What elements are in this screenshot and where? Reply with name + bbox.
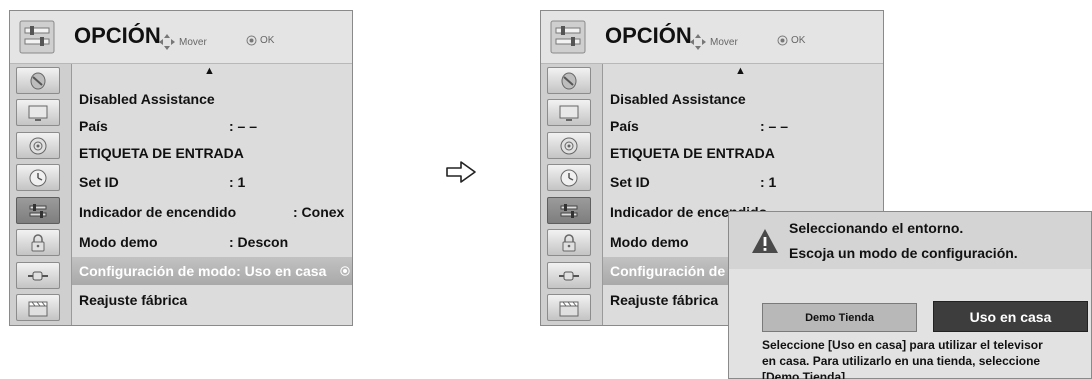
- ok-hint-label: OK: [260, 35, 275, 46]
- menu-header: OPCIÓN Mover OK: [10, 11, 352, 64]
- description-line: Seleccione [Uso en casa] para utilizar e…: [762, 338, 1043, 352]
- dialog-title: Seleccionando el entorno.: [789, 220, 964, 236]
- dialog-description: Seleccione [Uso en casa] para utilizar e…: [762, 337, 1092, 379]
- ok-button-icon: [777, 35, 788, 46]
- menu-item-set-id[interactable]: Set ID : 1: [603, 168, 883, 196]
- menu-item-value: : Conex: [293, 204, 345, 220]
- dialog-subtitle: Escoja un modo de configuración.: [789, 245, 1018, 261]
- category-sidebar: [541, 64, 603, 325]
- menu-item-label: Indicador de encendido: [79, 204, 237, 220]
- menu-item-label: Reajuste fábrica: [79, 292, 188, 308]
- description-line: [Demo Tienda].: [762, 370, 849, 379]
- menu-item-configuracion-de-modo[interactable]: Configuración de modo: Uso en casa: [72, 257, 352, 285]
- menu-item-disabled-assistance[interactable]: Disabled Assistance: [72, 85, 352, 113]
- move-hint-label: Mover: [710, 36, 738, 48]
- menu-item-label: Reajuste fábrica: [610, 292, 719, 308]
- clapperboard-icon[interactable]: [16, 294, 60, 321]
- menu-item-pais[interactable]: País : – –: [603, 112, 883, 140]
- tv-screen-icon[interactable]: [547, 99, 591, 126]
- menu-item-etiqueta-de-entrada[interactable]: ETIQUETA DE ENTRADA: [603, 139, 883, 167]
- category-sidebar: [10, 64, 72, 325]
- clapperboard-icon[interactable]: [547, 294, 591, 321]
- uso-en-casa-button[interactable]: Uso en casa: [933, 301, 1088, 332]
- dpad-icon: [690, 34, 706, 50]
- menu-item-label: ETIQUETA DE ENTRADA: [610, 145, 775, 161]
- move-hint: Mover: [689, 33, 738, 51]
- menu-item-label: Set ID: [79, 174, 119, 190]
- mode-setup-dialog: Seleccionando el entorno. Escoja un modo…: [728, 211, 1092, 379]
- option-icon[interactable]: [16, 197, 60, 224]
- menu-item-value: : Descon: [229, 234, 289, 250]
- menu-item-set-id[interactable]: Set ID : 1: [72, 168, 352, 196]
- ok-button-icon: [246, 35, 257, 46]
- menu-item-etiqueta-de-entrada[interactable]: ETIQUETA DE ENTRADA: [72, 139, 352, 167]
- satellite-icon[interactable]: [547, 67, 591, 94]
- menu-item-label: Disabled Assistance: [610, 91, 746, 107]
- tv-screen-icon[interactable]: [16, 99, 60, 126]
- menu-item-label: Configuración de: [610, 263, 726, 279]
- ok-hint-label: OK: [791, 35, 806, 46]
- ok-hint: OK: [246, 35, 274, 46]
- option-icon[interactable]: [547, 197, 591, 224]
- lock-icon[interactable]: [16, 229, 60, 256]
- menu-item-pais[interactable]: País : – –: [72, 112, 352, 140]
- dialog-header: Seleccionando el entorno. Escoja un modo…: [729, 212, 1091, 269]
- clock-icon[interactable]: [547, 164, 591, 191]
- speaker-icon[interactable]: [16, 132, 60, 159]
- speaker-icon[interactable]: [547, 132, 591, 159]
- menu-item-label: ETIQUETA DE ENTRADA: [79, 145, 244, 161]
- arrow-right-icon: [446, 161, 476, 183]
- menu-item-value: : 1: [229, 174, 246, 190]
- menu-item-label: Modo demo: [610, 234, 689, 250]
- menu-item-disabled-assistance[interactable]: Disabled Assistance: [603, 85, 883, 113]
- option-icon: [550, 20, 586, 54]
- menu-item-label: Set ID: [610, 174, 650, 190]
- ok-hint: OK: [777, 35, 805, 46]
- menu-item-reajuste-fabrica[interactable]: Reajuste fábrica: [72, 286, 352, 314]
- menu-title: OPCIÓN: [605, 23, 692, 48]
- menu-item-indicador-de-encendido[interactable]: Indicador de encendido : Conex: [72, 198, 352, 226]
- menu-item-label: País: [79, 118, 108, 134]
- lock-icon[interactable]: [547, 229, 591, 256]
- plug-icon[interactable]: [16, 262, 60, 289]
- option-icon: [19, 20, 55, 54]
- menu-item-label: Disabled Assistance: [79, 91, 215, 107]
- plug-icon[interactable]: [547, 262, 591, 289]
- menu-item-label: País: [610, 118, 639, 134]
- menu-item-value: : 1: [760, 174, 777, 190]
- clock-icon[interactable]: [16, 164, 60, 191]
- move-hint-label: Mover: [179, 36, 207, 48]
- scroll-up-indicator[interactable]: ▲: [204, 65, 215, 77]
- description-line: en casa. Para utilizarlo en una tienda, …: [762, 354, 1041, 368]
- selected-ok-icon: [340, 266, 350, 276]
- menu-item-value: : – –: [229, 118, 258, 134]
- menu-item-value: : – –: [760, 118, 789, 134]
- demo-tienda-button[interactable]: Demo Tienda: [762, 303, 917, 332]
- option-menu-before: OPCIÓN Mover OK ▲ Disabled Assistance Pa…: [9, 10, 353, 326]
- move-hint: Mover: [158, 33, 207, 51]
- menu-item-modo-demo[interactable]: Modo demo : Descon: [72, 228, 352, 256]
- menu-title: OPCIÓN: [74, 23, 161, 48]
- scroll-up-indicator[interactable]: ▲: [735, 65, 746, 77]
- menu-header: OPCIÓN Mover OK: [541, 11, 883, 64]
- satellite-icon[interactable]: [16, 67, 60, 94]
- menu-item-label: Modo demo: [79, 234, 158, 250]
- dpad-icon: [159, 34, 175, 50]
- menu-item-label: Configuración de modo: Uso en casa: [79, 263, 327, 279]
- warning-icon: [752, 229, 778, 253]
